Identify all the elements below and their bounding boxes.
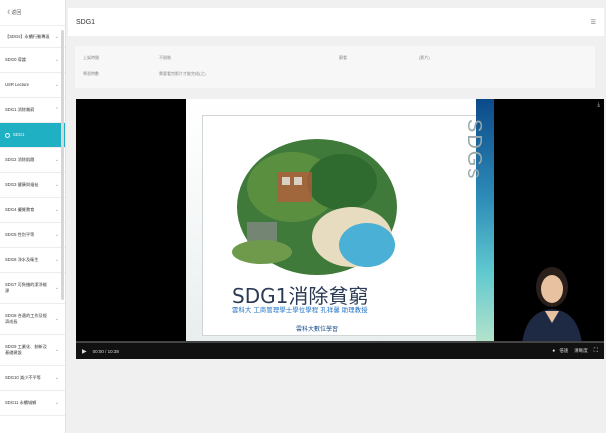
play-icon[interactable]: ▶: [82, 348, 87, 355]
sidebar-item-label: SDG9 工業化、創新及基礎建設: [5, 344, 47, 355]
sidebar-item-label: SDG4 優質教育: [5, 207, 35, 212]
download-icon[interactable]: ⤓: [597, 102, 600, 109]
sidebar-item[interactable]: SDG9 工業化、創新及基礎建設 ⌄: [0, 335, 65, 366]
sidebar-item-label: SDG3 健康與福祉: [5, 182, 39, 187]
sidebar-item[interactable]: SDG2 消除飢餓 ⌄: [0, 148, 65, 173]
page-title: SDG1: [76, 18, 96, 26]
sidebar-item[interactable]: SDG8 合適的工作及經濟成長 ⌄: [0, 304, 65, 335]
fullscreen-icon[interactable]: ⛶: [594, 348, 598, 355]
chevron-down-icon[interactable]: ⌄: [54, 157, 60, 163]
globe-image: [232, 139, 397, 275]
chevron-up-icon[interactable]: ⌃: [54, 107, 60, 113]
chevron-down-icon[interactable]: ⌄: [54, 34, 60, 40]
info-value: (影片): [419, 55, 430, 60]
sidebar-item[interactable]: USR Lecture ⌄: [0, 73, 65, 98]
sidebar-item-label: SDG2 消除飢餓: [5, 157, 35, 162]
slide-subtitle: 雲科大 工商管理學士學位學程 孔祥馨 助理教授: [232, 307, 368, 314]
sidebar-item[interactable]: 【SDGs】永續行動專區 ⌄: [0, 26, 65, 48]
sidebar-item[interactable]: SDG1 消除貧窮 ⌃: [0, 98, 65, 123]
sidebar-item-label: SDG1: [13, 132, 25, 137]
sidebar-item-label: SDG8 合適的工作及經濟成長: [5, 313, 47, 324]
sidebar-item-label: 【SDGs】永續行動專區: [5, 33, 50, 39]
video-time: 00:00 / 10:38: [92, 348, 119, 354]
sidebar-item-label: SDG0 導論: [5, 57, 26, 62]
sidebar-item[interactable]: SDG5 性別平等 ⌄: [0, 223, 65, 248]
sidebar-item[interactable]: SDG7 可負擔的潔淨能源 ⌄: [0, 273, 65, 304]
info-value: 需要看完影片才能完成(之): [159, 71, 206, 76]
sdgs-logo: SDGs: [463, 119, 485, 181]
info-panel: 上架時間 不限制 觀看 (影片) 學習時數 需要看完影片才能完成(之): [75, 46, 595, 88]
chevron-down-icon[interactable]: ⌄: [54, 182, 60, 188]
chevron-down-icon[interactable]: ⌄: [54, 57, 60, 63]
video-controls: ▶ 00:00 / 10:38 ● 倍速 清晰度 ⛶: [76, 343, 604, 359]
sidebar-item-label: SDG11 永續城鄉: [5, 400, 37, 405]
speed-button[interactable]: 倍速: [559, 348, 568, 354]
chevron-down-icon[interactable]: ⌄: [54, 82, 60, 88]
sidebar-item[interactable]: SDG10 減少不平等 ⌄: [0, 366, 65, 391]
info-label: 上架時間: [83, 55, 99, 60]
main-content: SDG1 ☰ 上架時間 不限制 觀看 (影片) 學習時數 需要看完影片才能完成(…: [66, 0, 606, 433]
sidebar-item-label: SDG1 消除貧窮: [5, 107, 35, 112]
sidebar-item[interactable]: SDG4 優質教育 ⌄: [0, 198, 65, 223]
chevron-down-icon[interactable]: ⌄: [54, 207, 60, 213]
info-label: 觀看: [339, 55, 347, 60]
sidebar-item-label: USR Lecture: [5, 82, 29, 87]
sidebar-item-label: SDG5 性別平等: [5, 232, 35, 237]
volume-icon[interactable]: ●: [552, 348, 555, 354]
title-bar: SDG1 ☰: [68, 8, 604, 36]
slide-subtitle-2: 雲科大數位學習: [296, 327, 339, 333]
radio-dot-icon: [5, 132, 10, 138]
sidebar-scrollbar[interactable]: [61, 30, 64, 300]
sidebar-item[interactable]: SDG0 導論 ⌄: [0, 48, 65, 73]
sidebar-item-label: SDG10 減少不平等: [5, 375, 41, 380]
sidebar: 《 返回 【SDGs】永續行動專區 ⌄ SDG0 導論 ⌄ USR Lecture ⌄ SD…: [0, 0, 66, 433]
chevron-down-icon[interactable]: ⌄: [54, 400, 60, 406]
menu-icon[interactable]: ☰: [591, 19, 596, 26]
info-value: 不限制: [159, 55, 171, 60]
lecture-slide: SDGs SDG1消除貧窮 雲科大 工商管理學士學位學程 孔祥馨 助理教授 雲科…: [186, 99, 582, 344]
chevron-down-icon[interactable]: ⌄: [54, 257, 60, 263]
sidebar-item[interactable]: SDG1: [0, 123, 65, 148]
chevron-down-icon[interactable]: ⌄: [54, 232, 60, 238]
sidebar-item[interactable]: SDG3 健康與福祉 ⌄: [0, 173, 65, 198]
chevron-down-icon[interactable]: ⌄: [54, 375, 60, 381]
sidebar-item[interactable]: SDG11 永續城鄉 ⌄: [0, 391, 65, 416]
info-row-2: 學習時數 需要看完影片才能完成(之): [75, 68, 595, 82]
presenter-image: [522, 267, 582, 344]
info-label: 學習時數: [83, 71, 99, 76]
sidebar-nav: 【SDGs】永續行動專區 ⌄ SDG0 導論 ⌄ USR Lecture ⌄ SDG1 消除…: [0, 26, 65, 416]
sidebar-item[interactable]: SDG6 淨水及衛生 ⌄: [0, 248, 65, 273]
back-link[interactable]: 《 返回: [0, 0, 65, 26]
chevron-down-icon[interactable]: ⌄: [54, 347, 60, 353]
info-row-1: 上架時間 不限制 觀看 (影片): [75, 52, 595, 66]
sidebar-item-label: SDG7 可負擔的潔淨能源: [5, 282, 47, 293]
video-player[interactable]: SDGs SDG1消除貧窮 雲科大 工商管理學士學位學程 孔祥馨 助理教授 雲科…: [76, 99, 604, 359]
sidebar-item-label: SDG6 淨水及衛生: [5, 257, 39, 262]
app-root: 《 返回 【SDGs】永續行動專區 ⌄ SDG0 導論 ⌄ USR Lecture ⌄ SD…: [0, 0, 606, 433]
chevron-down-icon[interactable]: ⌄: [54, 285, 60, 291]
quality-button[interactable]: 清晰度: [574, 348, 588, 354]
chevron-down-icon[interactable]: ⌄: [54, 316, 60, 322]
